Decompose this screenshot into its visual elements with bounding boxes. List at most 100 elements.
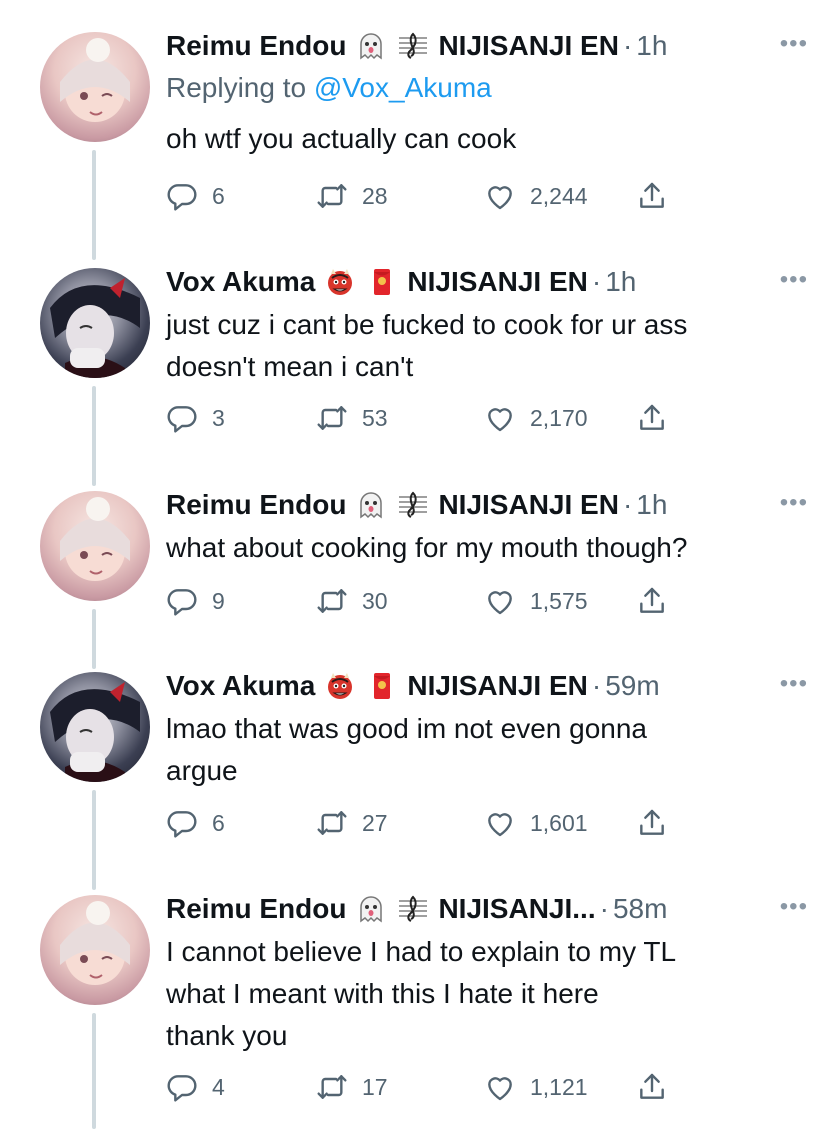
affiliation-label: NIJISANJI...	[438, 893, 596, 924]
reply-count: 6	[212, 182, 225, 209]
reply-icon	[167, 406, 197, 433]
reply-icon	[167, 184, 197, 211]
music-score-icon	[396, 29, 430, 63]
tweet-header: Reimu Endou NIJISANJI... · 58m	[166, 889, 808, 929]
separator-dot: ·	[599, 893, 609, 924]
retweet-button[interactable]: 27	[316, 807, 388, 839]
reply-button[interactable]: 6	[166, 807, 225, 839]
separator-dot: ·	[591, 670, 602, 701]
avatar[interactable]	[40, 672, 150, 782]
like-count: 1,121	[530, 1073, 588, 1100]
thread-line	[92, 386, 96, 486]
red-envelope-icon	[365, 265, 399, 299]
tweet-time[interactable]: 1h	[605, 266, 636, 298]
tweet-body: Reimu Endou NIJISANJI EN · 1h ••• what a…	[166, 485, 808, 569]
music-score-icon	[396, 892, 430, 926]
ghost-emoji-icon	[354, 488, 388, 522]
thread-line	[92, 790, 96, 890]
tweet-text: lmao that was good im not even gonna arg…	[166, 708, 808, 792]
avatar[interactable]	[40, 491, 150, 601]
tweet-text-line: argue	[166, 755, 238, 786]
replying-to-label: Replying to	[166, 72, 314, 103]
affiliation-label: NIJISANJI EN	[438, 489, 619, 520]
tweet-time[interactable]: 1h	[636, 489, 667, 521]
tweet-text: I cannot believe I had to explain to my …	[166, 931, 808, 1057]
tweet-actions: 9 30 1,575	[166, 585, 686, 625]
heart-icon	[488, 186, 512, 210]
author-name[interactable]: Reimu Endou	[166, 893, 346, 925]
heart-icon	[488, 591, 512, 615]
like-button[interactable]: 1,121	[484, 1071, 588, 1103]
tweet-time[interactable]: 1h	[636, 30, 667, 62]
more-options-icon[interactable]: •••	[780, 893, 808, 921]
more-options-icon[interactable]: •••	[780, 266, 808, 294]
share-button[interactable]	[636, 402, 682, 434]
retweet-count: 17	[362, 1073, 388, 1100]
reply-count: 6	[212, 809, 225, 836]
author-name[interactable]: Reimu Endou	[166, 30, 346, 62]
tweet-text-line: just cuz i cant be fucked to cook for ur…	[166, 309, 688, 340]
share-button[interactable]	[636, 807, 682, 839]
avatar-image	[60, 901, 130, 985]
avatar[interactable]	[40, 268, 150, 378]
author-name[interactable]: Vox Akuma	[166, 266, 315, 298]
author-name[interactable]: Vox Akuma	[166, 670, 315, 702]
affiliation-label: NIJISANJI EN	[407, 670, 588, 701]
tweet-text-line: thank you	[166, 1020, 288, 1051]
tweet-time[interactable]: 59m	[605, 670, 659, 702]
affiliation-label: NIJISANJI EN	[438, 30, 619, 61]
like-button[interactable]: 2,170	[484, 402, 588, 434]
like-button[interactable]: 2,244	[484, 180, 588, 212]
share-button[interactable]	[636, 585, 682, 617]
retweet-count: 53	[362, 404, 388, 431]
share-icon	[640, 587, 664, 613]
reply-button[interactable]: 9	[166, 585, 225, 617]
thread-line	[92, 609, 96, 669]
retweet-button[interactable]: 17	[316, 1071, 388, 1103]
share-icon	[640, 404, 664, 430]
author-name[interactable]: Reimu Endou	[166, 489, 346, 521]
ogre-icon	[323, 669, 357, 703]
tweet-actions: 6 28 2,244	[166, 180, 686, 220]
avatar-image	[60, 38, 130, 122]
tweet-text: oh wtf you actually can cook	[166, 118, 808, 160]
share-icon	[640, 809, 664, 835]
more-options-icon[interactable]: •••	[780, 489, 808, 517]
tweet-body: Reimu Endou NIJISANJI EN · 1h ••• Replyi…	[166, 26, 808, 160]
like-count: 1,575	[530, 587, 588, 614]
retweet-count: 30	[362, 587, 388, 614]
reply-button[interactable]: 3	[166, 402, 225, 434]
replying-to-handle-link[interactable]: @Vox_Akuma	[314, 72, 492, 103]
tweet-header: Vox Akuma NIJISANJI EN · 59m	[166, 666, 808, 706]
like-count: 1,601	[530, 809, 588, 836]
share-button[interactable]	[636, 1071, 682, 1103]
heart-icon	[488, 408, 512, 432]
reply-icon	[167, 811, 197, 838]
ghost-emoji-icon	[354, 29, 388, 63]
avatar[interactable]	[40, 895, 150, 1005]
ogre-icon	[323, 265, 357, 299]
tweet-time[interactable]: 58m	[613, 893, 667, 925]
retweet-button[interactable]: 28	[316, 180, 388, 212]
reply-button[interactable]: 6	[166, 180, 225, 212]
tweet-text-line: I cannot believe I had to explain to my …	[166, 936, 677, 967]
retweet-button[interactable]: 30	[316, 585, 388, 617]
avatar[interactable]	[40, 32, 150, 142]
tweet-body: Reimu Endou NIJISANJI... · 58m ••• I can…	[166, 889, 808, 1057]
share-icon	[640, 1073, 664, 1099]
retweet-icon	[317, 811, 347, 835]
like-button[interactable]: 1,601	[484, 807, 588, 839]
retweet-button[interactable]: 53	[316, 402, 388, 434]
like-button[interactable]: 1,575	[484, 585, 588, 617]
share-button[interactable]	[636, 180, 682, 212]
reply-button[interactable]: 4	[166, 1071, 225, 1103]
more-options-icon[interactable]: •••	[780, 30, 808, 58]
retweet-icon	[317, 184, 347, 208]
heart-icon	[488, 1077, 512, 1101]
tweet-text-line: doesn't mean i can't	[166, 351, 414, 382]
music-score-icon	[396, 488, 430, 522]
more-options-icon[interactable]: •••	[780, 670, 808, 698]
tweet-actions: 3 53 2,170	[166, 402, 686, 442]
reply-icon	[167, 589, 197, 616]
thread-line	[92, 150, 96, 260]
